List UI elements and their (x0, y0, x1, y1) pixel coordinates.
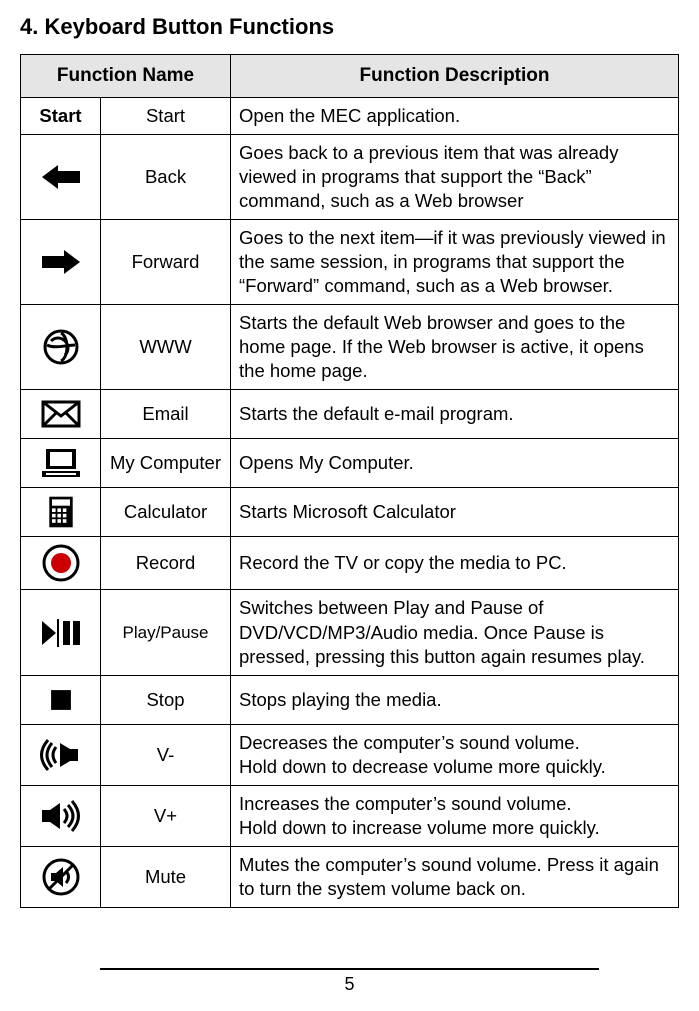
table-row: Back Goes back to a previous item that w… (21, 135, 679, 220)
fn-desc: Open the MEC application. (231, 98, 679, 135)
fn-name: V+ (101, 785, 231, 846)
fn-name: Mute (101, 846, 231, 907)
fn-desc: Record the TV or copy the media to PC. (231, 537, 679, 590)
fn-desc: Starts the default e-mail program. (231, 390, 679, 439)
volume-up-icon (21, 785, 101, 846)
record-icon (21, 537, 101, 590)
start-text-icon: Start (21, 98, 101, 135)
fn-name: WWW (101, 305, 231, 390)
fn-desc: Starts Microsoft Calculator (231, 488, 679, 537)
fn-name: V- (101, 724, 231, 785)
calculator-icon (21, 488, 101, 537)
www-icon (21, 305, 101, 390)
fn-name: Stop (101, 675, 231, 724)
fn-desc: Decreases the computer’s sound volume.Ho… (231, 724, 679, 785)
fn-desc: Mutes the computer’s sound volume. Press… (231, 846, 679, 907)
table-row: My Computer Opens My Computer. (21, 439, 679, 488)
table-row: WWW Starts the default Web browser and g… (21, 305, 679, 390)
table-row: Calculator Starts Microsoft Calculator (21, 488, 679, 537)
back-icon (21, 135, 101, 220)
stop-icon (21, 675, 101, 724)
fn-desc: Starts the default Web browser and goes … (231, 305, 679, 390)
table-row: Mute Mutes the computer’s sound volume. … (21, 846, 679, 907)
footer-rule (100, 968, 599, 970)
fn-name: Back (101, 135, 231, 220)
table-row: Forward Goes to the next item—if it was … (21, 220, 679, 305)
fn-name: My Computer (101, 439, 231, 488)
fn-desc: Goes to the next item—if it was previous… (231, 220, 679, 305)
fn-name: Email (101, 390, 231, 439)
table-row: V+ Increases the computer’s sound volume… (21, 785, 679, 846)
fn-name: Record (101, 537, 231, 590)
fn-desc: Switches between Play and Pause of DVD/V… (231, 590, 679, 675)
header-function-name: Function Name (21, 55, 231, 98)
fn-name: Start (101, 98, 231, 135)
fn-desc: Goes back to a previous item that was al… (231, 135, 679, 220)
table-row: Email Starts the default e-mail program. (21, 390, 679, 439)
page-number: 5 (20, 974, 679, 1003)
table-row: Play/Pause Switches between Play and Pau… (21, 590, 679, 675)
play-pause-icon (21, 590, 101, 675)
table-row: Stop Stops playing the media. (21, 675, 679, 724)
email-icon (21, 390, 101, 439)
mute-icon (21, 846, 101, 907)
table-row: Start Start Open the MEC application. (21, 98, 679, 135)
table-row: Record Record the TV or copy the media t… (21, 537, 679, 590)
section-heading: 4. Keyboard Button Functions (20, 14, 679, 40)
forward-icon (21, 220, 101, 305)
header-function-description: Function Description (231, 55, 679, 98)
table-row: V- Decreases the computer’s sound volume… (21, 724, 679, 785)
computer-icon (21, 439, 101, 488)
volume-down-icon (21, 724, 101, 785)
fn-name: Calculator (101, 488, 231, 537)
fn-name: Forward (101, 220, 231, 305)
functions-table: Function Name Function Description Start… (20, 54, 679, 908)
fn-desc: Stops playing the media. (231, 675, 679, 724)
fn-desc: Opens My Computer. (231, 439, 679, 488)
fn-name: Play/Pause (101, 590, 231, 675)
fn-desc: Increases the computer’s sound volume.Ho… (231, 785, 679, 846)
